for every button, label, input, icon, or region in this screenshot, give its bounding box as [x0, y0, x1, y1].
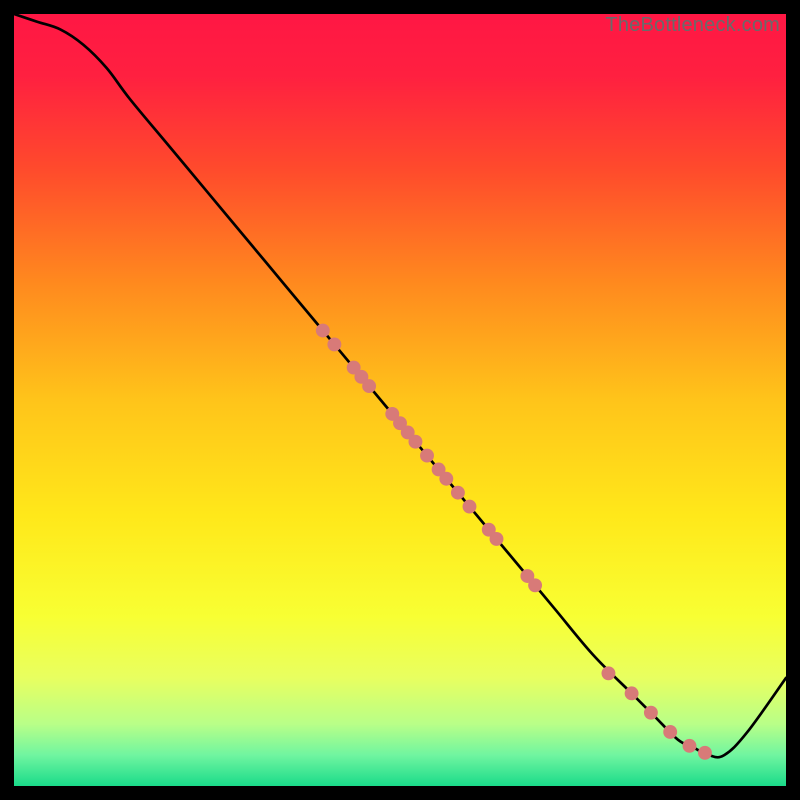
marker-point: [528, 578, 542, 592]
marker-point: [463, 500, 477, 514]
marker-point: [683, 739, 697, 753]
marker-point: [408, 435, 422, 449]
marker-point: [327, 337, 341, 351]
marker-point: [490, 532, 504, 546]
chart-overlay: [14, 14, 786, 786]
marker-point: [439, 472, 453, 486]
marker-point: [644, 706, 658, 720]
marker-points: [316, 324, 712, 760]
watermark-text: TheBottleneck.com: [605, 14, 780, 37]
marker-point: [698, 746, 712, 760]
marker-point: [420, 449, 434, 463]
marker-point: [601, 666, 615, 680]
marker-point: [451, 486, 465, 500]
marker-point: [625, 686, 639, 700]
bottleneck-curve: [14, 14, 786, 757]
chart-frame: TheBottleneck.com: [0, 0, 800, 800]
marker-point: [362, 379, 376, 393]
marker-point: [663, 725, 677, 739]
marker-point: [316, 324, 330, 338]
plot-area: TheBottleneck.com: [14, 14, 786, 786]
